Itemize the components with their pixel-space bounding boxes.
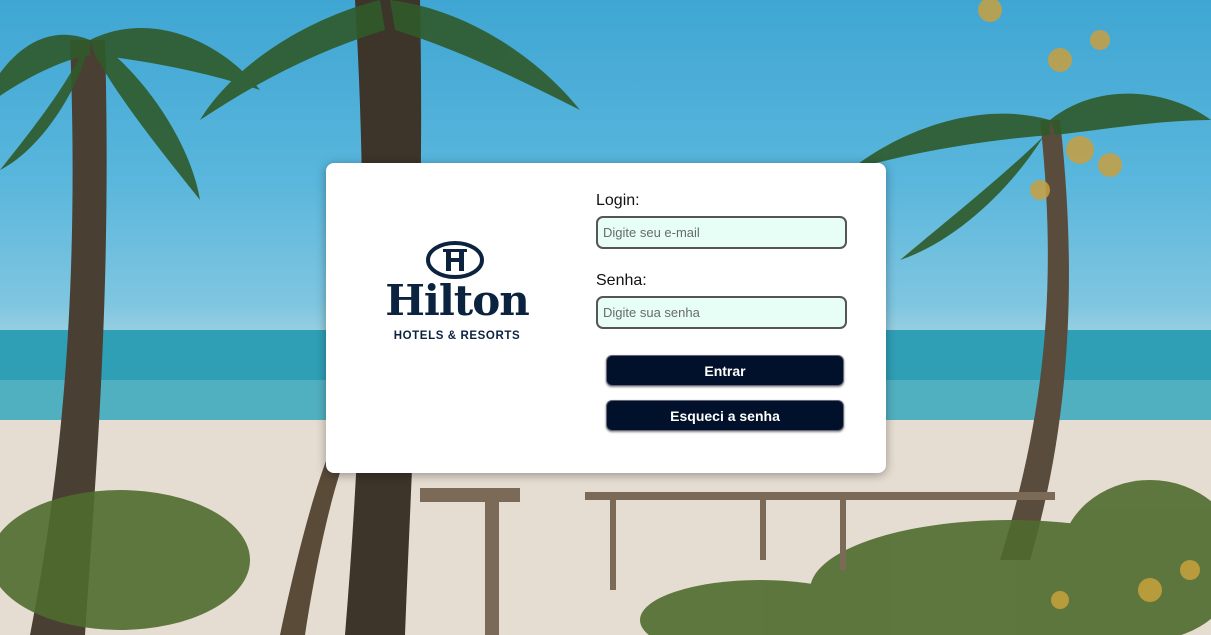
hilton-logo: Hilton HOTELS & RESORTS bbox=[382, 239, 532, 349]
password-field[interactable] bbox=[596, 296, 847, 329]
brand-tagline: HOTELS & RESORTS bbox=[393, 330, 521, 342]
login-button[interactable]: Entrar bbox=[606, 355, 844, 386]
password-label: Senha: bbox=[596, 272, 647, 289]
forgot-password-button[interactable]: Esqueci a senha bbox=[606, 400, 844, 431]
login-form: Login: Senha: Entrar Esqueci a senha bbox=[596, 191, 856, 431]
brand-name: Hilton bbox=[385, 276, 530, 325]
login-card: Hilton HOTELS & RESORTS Login: Senha: En… bbox=[326, 163, 886, 473]
email-field[interactable] bbox=[596, 216, 847, 249]
hilton-emblem-icon bbox=[426, 241, 484, 279]
login-label: Login: bbox=[596, 192, 640, 209]
